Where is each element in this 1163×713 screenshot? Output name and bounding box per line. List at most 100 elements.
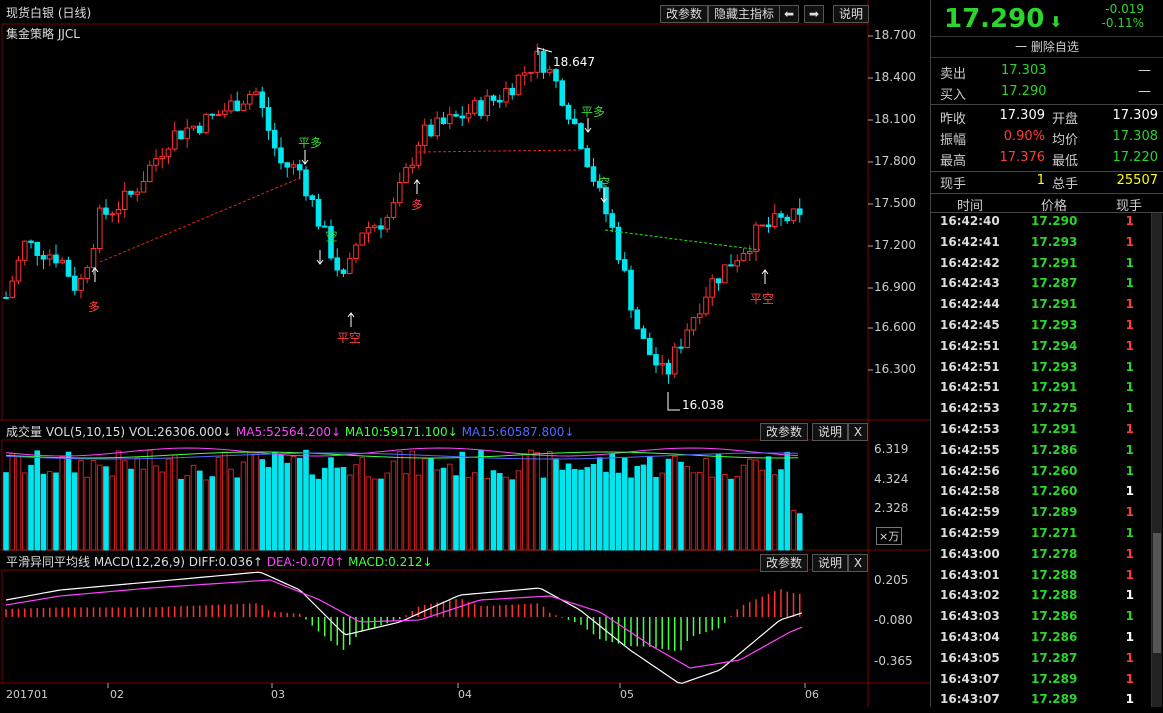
candle-body [640, 328, 647, 339]
tick-price: 17.291 [1031, 422, 1078, 436]
volume-bar [340, 466, 347, 551]
volume-bar [59, 456, 66, 551]
candlestick-series [3, 43, 803, 411]
total-volume-label: 总手 [1052, 177, 1079, 192]
x-tick-label: 03 [271, 688, 285, 701]
volume-params-button[interactable]: 改参数 [760, 423, 809, 441]
volume-bar [221, 451, 228, 551]
volume-bar [128, 468, 134, 551]
candle-body [634, 309, 641, 330]
prev-close-value: 17.309 [999, 108, 1046, 123]
volume-y-tick: 6.319 [874, 442, 909, 456]
total-volume-value: 25507 [1116, 173, 1158, 188]
tick-volume: 1 [1125, 546, 1134, 561]
candle-body [709, 278, 716, 298]
tick-price: 17.260 [1031, 484, 1078, 499]
candle-body [296, 164, 303, 171]
trend-line [99, 177, 301, 263]
tick-row: 16:42:59 17.289 1 [931, 505, 1151, 526]
tick-price: 17.291 [1031, 380, 1078, 395]
ticks-header: 时间 价格 现手 [931, 195, 1163, 214]
candle-body [690, 317, 697, 331]
tick-row: 16:42:51 17.293 1 [931, 360, 1151, 381]
candle-body [140, 181, 147, 193]
candle-body [284, 162, 291, 168]
volume-bar [290, 456, 297, 551]
tick-price: 17.286 [1031, 442, 1078, 457]
signal-long: 多 [88, 300, 101, 314]
tick-price: 17.286 [1031, 630, 1078, 644]
tick-volume: 1 [1125, 630, 1134, 644]
volume-bar [384, 472, 391, 551]
candle-body [315, 199, 322, 227]
arrow-left-icon[interactable]: ⬅ [779, 5, 800, 23]
chart-canvas[interactable] [0, 0, 930, 707]
tick-volume: 1 [1125, 505, 1134, 520]
volume-bar [90, 460, 97, 551]
volume-bar [740, 464, 747, 551]
hide-main-indicator-button[interactable]: 隐藏主指标 [708, 5, 781, 23]
candle-body [209, 113, 216, 116]
candle-body [628, 269, 634, 311]
ask-row: 卖出 17.303 — [931, 63, 1163, 84]
volume-bar [334, 467, 341, 551]
tick-time: 16:42:43 [940, 276, 1000, 291]
scrollbar-thumb[interactable] [1153, 533, 1161, 653]
volume-bar [196, 470, 203, 551]
volume-bar [259, 459, 266, 551]
strategy-label: 集金策略 JJCL [6, 27, 80, 41]
divider [931, 104, 1163, 105]
bid-label: 买入 [940, 88, 967, 103]
candle-body [740, 252, 747, 262]
volume-bar [46, 471, 53, 551]
candle-body [128, 190, 134, 195]
macd-close-button[interactable]: X [848, 554, 868, 572]
volume-bar [709, 476, 716, 551]
divider [931, 193, 1163, 194]
volume-bar [309, 474, 316, 551]
tick-time: 16:42:40 [940, 214, 1000, 228]
arrow-right-icon[interactable]: ➡ [804, 5, 825, 23]
volume-bar [15, 456, 22, 551]
candle-body [346, 258, 353, 274]
price-change-pct: -0.11% [1101, 16, 1144, 30]
volume-bar [665, 458, 672, 551]
volume-bar [271, 452, 278, 551]
tick-list-scrollbar[interactable] [1151, 213, 1162, 707]
signal-close-short: 平空 [337, 331, 362, 345]
volume-bar [759, 469, 766, 551]
volume-row: 现手 1 总手 25507 [931, 173, 1163, 194]
tick-price: 17.293 [1031, 234, 1078, 249]
volume-title: 成交量 VOL(5,10,15) VOL:26306.000↓ MA5:5256… [6, 423, 574, 440]
candle-body [184, 127, 191, 140]
macd-dea-line [5, 579, 803, 669]
volume-bar [690, 472, 697, 551]
delete-watchlist-button[interactable]: 一 删除自选 [931, 36, 1163, 58]
volume-close-button[interactable]: X [848, 423, 868, 441]
y-tick-label: 18.700 [874, 28, 916, 42]
volume-help-button[interactable]: 说明 [812, 423, 849, 441]
candle-body [253, 91, 259, 95]
macd-params-button[interactable]: 改参数 [760, 554, 809, 572]
change-params-button[interactable]: 改参数 [660, 5, 709, 23]
candle-body [21, 240, 28, 261]
volume-bar [9, 453, 16, 551]
candle-body [59, 259, 66, 264]
tick-row: 16:43:00 17.278 1 [931, 547, 1151, 568]
candle-body [490, 95, 497, 101]
candle-body [503, 87, 509, 103]
volume-bar [584, 467, 591, 551]
candle-body [578, 123, 584, 150]
volume-bar [71, 472, 78, 551]
help-button[interactable]: 说明 [833, 5, 870, 23]
candle-body [384, 216, 391, 230]
volume-bar [790, 510, 797, 551]
tick-volume: 1 [1125, 422, 1134, 436]
candle-body [40, 254, 47, 260]
tick-time: 16:42:45 [940, 318, 1000, 332]
tick-row: 16:42:58 17.260 1 [931, 484, 1151, 505]
macd-help-button[interactable]: 说明 [812, 554, 849, 572]
volume-bar [234, 477, 241, 551]
candle-body [584, 148, 591, 168]
prev-close-row: 昨收 17.309 开盘 17.309 [931, 108, 1163, 129]
